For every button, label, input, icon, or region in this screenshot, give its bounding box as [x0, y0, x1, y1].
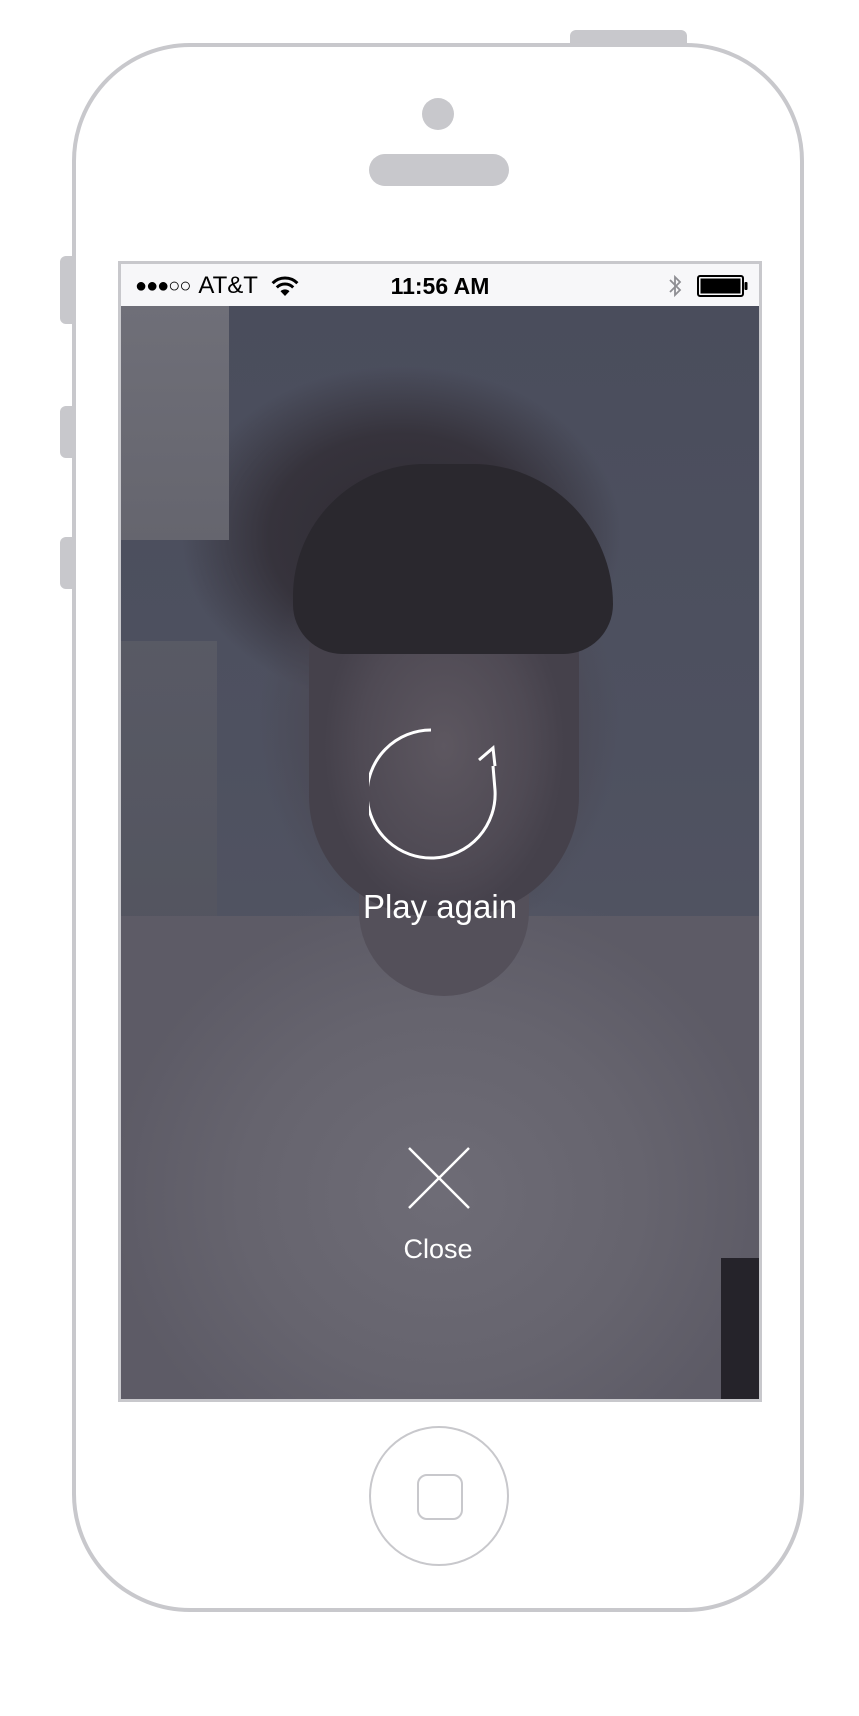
power-button: [570, 30, 687, 44]
background-dark-object: [721, 1258, 759, 1399]
home-button[interactable]: [369, 1426, 509, 1566]
battery-full-icon: [697, 275, 748, 297]
status-bar: ●●●○○ AT&T 11:56 AM: [121, 264, 759, 306]
bluetooth-icon: [669, 274, 682, 298]
video-frame: Play again Close: [121, 306, 759, 1399]
person-hair: [293, 464, 613, 654]
volume-up-button: [60, 406, 74, 458]
replay-icon[interactable]: [369, 726, 509, 866]
play-again-label[interactable]: Play again: [121, 888, 759, 926]
background-window: [121, 306, 229, 540]
home-button-square-icon: [417, 1474, 463, 1520]
status-right: [667, 273, 749, 299]
close-label[interactable]: Close: [368, 1234, 508, 1265]
phone-screen: ●●●○○ AT&T 11:56 AM Play again Close: [118, 261, 762, 1402]
close-icon[interactable]: [397, 1136, 481, 1220]
volume-down-button: [60, 537, 74, 589]
front-camera: [422, 98, 454, 130]
earpiece-speaker: [369, 154, 509, 186]
mute-switch: [60, 256, 74, 324]
status-time: 11:56 AM: [390, 273, 490, 299]
